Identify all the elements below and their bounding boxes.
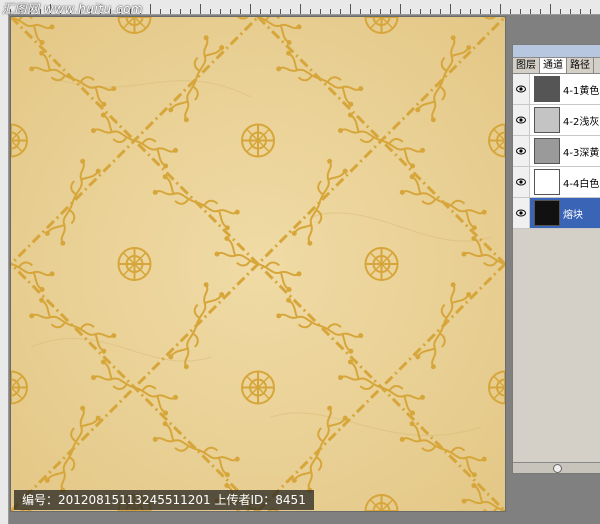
lattice-knot (364, 247, 399, 281)
ruler-tick (490, 9, 491, 14)
panel-scrollbar[interactable] (513, 462, 600, 473)
ruler-tick (430, 9, 431, 14)
ruler-tick (280, 9, 281, 14)
ruler-tick (200, 4, 201, 14)
panel-empty-area (513, 229, 600, 449)
ruler-tick (270, 9, 271, 14)
ruler-tick (290, 9, 291, 14)
ruler-tick (150, 4, 151, 14)
ruler-tick (460, 9, 461, 14)
ruler-tick (190, 9, 191, 14)
channel-row[interactable]: 4-1黄色 (513, 74, 600, 105)
ruler-tick (400, 4, 401, 14)
ruler-tick (230, 9, 231, 14)
channel-thumbnail (534, 107, 560, 133)
channel-thumbnail (534, 76, 560, 102)
ruler-tick (520, 9, 521, 14)
ruler-tick (480, 9, 481, 14)
ruler-tick (310, 9, 311, 14)
ruler-tick (570, 9, 571, 14)
visibility-eye-icon[interactable] (513, 198, 530, 228)
document-canvas[interactable] (10, 16, 506, 512)
channels-panel: 图层 通道 路径 4-1黄色 4-2浅灰 4-3深黄 4-4白色熔块 (512, 44, 600, 474)
ruler-tick (160, 9, 161, 14)
channel-thumbnail (534, 138, 560, 164)
left-ruler (0, 14, 9, 524)
ruler-tick (380, 9, 381, 14)
channel-row[interactable]: 4-2浅灰 (513, 105, 600, 136)
ruler-tick (580, 9, 581, 14)
visibility-eye-icon[interactable] (513, 136, 530, 166)
ruler-tick (240, 9, 241, 14)
ruler-tick (250, 4, 251, 14)
channel-label: 4-3深黄 (563, 147, 600, 159)
panel-tabs: 图层 通道 路径 (513, 58, 600, 74)
ruler-tick (410, 9, 411, 14)
image-caption: 编号：20120815113245511201 上传者ID：8451 (14, 490, 314, 510)
channel-thumbnail (534, 169, 560, 195)
ruler-tick (510, 9, 511, 14)
panel-tab[interactable]: 图层 (513, 58, 540, 73)
ruler-tick (330, 9, 331, 14)
panel-title-bar[interactable] (513, 45, 600, 58)
visibility-eye-icon[interactable] (513, 105, 530, 135)
ruler-tick (170, 9, 171, 14)
ruler-tick (220, 9, 221, 14)
ruler-tick (180, 9, 181, 14)
channel-row[interactable]: 4-4白色 (513, 167, 600, 198)
ruler-tick (300, 4, 301, 14)
ruler-tick (530, 9, 531, 14)
panel-tab[interactable]: 路径 (567, 58, 594, 73)
visibility-eye-icon[interactable] (513, 74, 530, 104)
channel-label: 4-2浅灰 (563, 116, 600, 128)
ruler-tick (470, 9, 471, 14)
lattice-knot (117, 247, 152, 281)
ruler-tick (560, 9, 561, 14)
visibility-eye-icon[interactable] (513, 167, 530, 197)
ruler-tick (350, 4, 351, 14)
ruler-tick (370, 9, 371, 14)
ruler-tick (420, 9, 421, 14)
channel-label: 熔块 (563, 209, 583, 221)
ruler-tick (500, 4, 501, 14)
ruler-tick (340, 9, 341, 14)
channel-row[interactable]: 4-3深黄 (513, 136, 600, 167)
ruler-tick (390, 9, 391, 14)
panel-tab[interactable]: 通道 (540, 58, 567, 73)
scroll-thumb[interactable] (553, 464, 562, 473)
ruler-tick (360, 9, 361, 14)
ornamental-tile-pattern (11, 17, 505, 511)
ruler-tick (260, 9, 261, 14)
site-watermark: 汇图网 www.huitu.com (2, 2, 144, 16)
lattice-knot (241, 370, 275, 405)
ruler-tick (440, 9, 441, 14)
channel-thumbnail (534, 200, 560, 226)
channel-row[interactable]: 熔块 (513, 198, 600, 229)
channel-list: 4-1黄色 4-2浅灰 4-3深黄 4-4白色熔块 (513, 74, 600, 229)
ruler-tick (540, 9, 541, 14)
ruler-tick (210, 9, 211, 14)
channel-label: 4-4白色 (563, 178, 600, 190)
ruler-tick (590, 9, 591, 14)
ruler-tick (450, 4, 451, 14)
channel-label: 4-1黄色 (563, 85, 600, 97)
ruler-tick (320, 9, 321, 14)
ruler-tick (550, 4, 551, 14)
lattice-knot (241, 123, 275, 158)
